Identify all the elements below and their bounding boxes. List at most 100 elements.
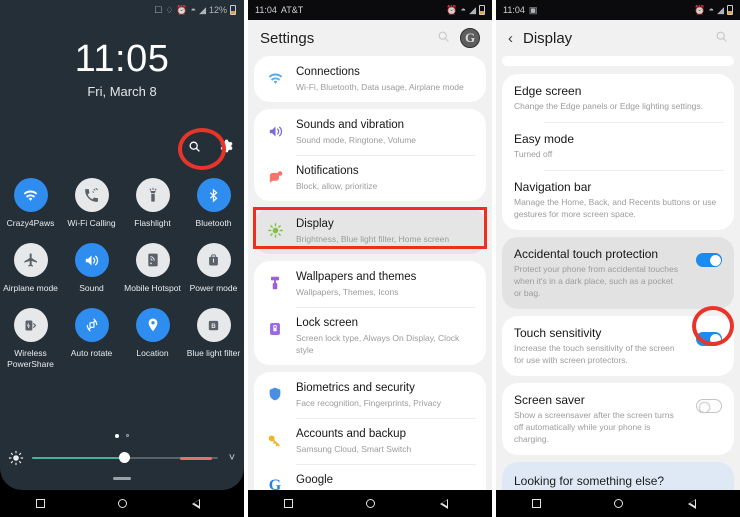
row-subtitle: Change the Edge panels or Edge lighting … [514, 101, 704, 111]
slider-knob[interactable] [119, 452, 131, 463]
recents-button[interactable] [284, 499, 294, 508]
accidental-touch-protection-toggle[interactable] [692, 253, 722, 267]
qs-tile-auto-rotate[interactable]: Auto rotate [61, 308, 122, 370]
partial-card-above [502, 56, 734, 66]
status-bar: 11:04 ▣ ⏰ ◓ ◢ [496, 0, 740, 20]
display-settings-phone-panel: 11:04 ▣ ⏰ ◓ ◢ ‹ Display Edge screen Chan… [496, 0, 740, 517]
row-subtitle: Protect your phone from accidental touch… [514, 264, 678, 298]
qs-tile-label: Mobile Hotspot [124, 283, 181, 293]
alarm-icon: ⏰ [446, 4, 458, 15]
qs-tile-blue-light-filter[interactable]: B Blue light filter [183, 308, 244, 370]
wifi-icon: ◓ [190, 4, 197, 15]
home-button[interactable] [365, 499, 375, 508]
wifi-icon: ◓ [460, 4, 467, 15]
qs-tile-label: Blue light filter [186, 348, 241, 358]
wallpaper-icon [264, 272, 286, 294]
bluetooth-icon [196, 178, 231, 212]
location-pin-icon [135, 308, 170, 342]
qs-tile-flashlight[interactable]: Flashlight [122, 178, 183, 229]
qs-tile-label: Bluetooth [195, 218, 232, 228]
footer-title: Looking for something else? [514, 474, 665, 488]
touch-sensitivity-toggle[interactable] [692, 332, 722, 346]
display-row-accidental-touch-protection[interactable]: Accidental touch protection Protect your… [502, 237, 734, 309]
settings-row-accounts-and-backup[interactable]: Accounts and backup Samsung Cloud, Smart… [254, 418, 486, 464]
qs-tile-label: Power mode [189, 283, 238, 293]
qs-tile-bluetooth[interactable]: Bluetooth [183, 178, 244, 229]
navigation-bar [496, 490, 740, 517]
settings-row-biometrics-and-security[interactable]: Biometrics and security Face recognition… [254, 372, 486, 418]
quick-settings-header-icons [186, 138, 234, 154]
search-icon[interactable] [437, 30, 450, 46]
quick-settings-phone-panel: ☐ ♢ ⏰ ◓ ◢ 12% 11:05 Fri, March 8 Crazy4P… [0, 0, 244, 517]
settings-row-wallpapers-and-themes[interactable]: Wallpapers and themes Wallpapers, Themes… [254, 261, 486, 307]
speaker-icon [264, 120, 286, 142]
settings-row-notifications[interactable]: Notifications Block, allow, prioritize [254, 155, 486, 201]
home-button[interactable] [613, 499, 623, 508]
settings-row-display[interactable]: Display Brightness, Blue light filter, H… [254, 208, 486, 254]
sound-icon [74, 243, 109, 277]
display-row-touch-sensitivity[interactable]: Touch sensitivity Increase the touch sen… [502, 316, 734, 376]
settings-group-connections: Connections Wi-Fi, Bluetooth, Data usage… [254, 56, 486, 102]
settings-row-connections[interactable]: Connections Wi-Fi, Bluetooth, Data usage… [254, 56, 486, 102]
display-row-easy-mode[interactable]: Easy mode Turned off [502, 122, 734, 170]
back-button[interactable] [439, 498, 456, 509]
row-title: Display [296, 218, 334, 230]
gear-icon[interactable] [218, 138, 234, 154]
quick-settings-tile-grid: Crazy4Paws Wi-Fi Calling Flashlight Blue… [0, 178, 244, 370]
status-bar: 11:04 AT&T ⏰ ◓ ◢ [248, 0, 492, 20]
status-carrier: AT&T [280, 5, 304, 15]
qs-tile-label: Airplane mode [3, 283, 58, 293]
row-title: Touch sensitivity [514, 326, 602, 340]
wifi-icon: ◓ [708, 4, 715, 15]
screen-saver-toggle[interactable] [692, 399, 722, 413]
qs-tile-location[interactable]: Location [122, 308, 183, 370]
settings-row-sounds-and-vibration[interactable]: Sounds and vibration Sound mode, Rington… [254, 109, 486, 155]
panel-drag-handle[interactable] [113, 477, 131, 480]
qs-tile-crazy4paws[interactable]: Crazy4Paws [0, 178, 61, 229]
back-button[interactable] [191, 498, 208, 509]
battery-percent-label: 12% [208, 4, 227, 15]
settings-row-google[interactable]: G Google Google settings [254, 464, 486, 490]
page-dot-active [115, 434, 119, 438]
auto-rotate-icon [74, 308, 109, 342]
row-title: Navigation bar [514, 180, 592, 194]
settings-row-lock-screen[interactable]: Lock screen Screen lock type, Always On … [254, 307, 486, 365]
brightness-slider-row[interactable]: ˅ [8, 450, 238, 466]
nfc-icon: ☐ [154, 4, 163, 15]
qs-tile-airplane-mode[interactable]: Airplane mode [0, 243, 61, 294]
brightness-slider[interactable] [32, 450, 218, 466]
qs-tile-wireless-powershare[interactable]: Wireless PowerShare [0, 308, 61, 370]
hotspot-icon [135, 243, 170, 277]
search-icon[interactable] [186, 138, 202, 154]
power-mode-icon [196, 243, 231, 277]
search-icon[interactable] [715, 30, 728, 46]
back-chevron-icon[interactable]: ‹ [508, 30, 513, 47]
shield-icon [264, 383, 286, 405]
qs-tile-sound[interactable]: Sound [61, 243, 122, 294]
alarm-icon: ⏰ [176, 4, 188, 15]
battery-icon [230, 5, 236, 15]
qs-tile-power-mode[interactable]: Power mode [183, 243, 244, 294]
page-dot [126, 434, 129, 437]
row-title: Sounds and vibration [296, 119, 405, 131]
row-subtitle: Wi-Fi, Bluetooth, Data usage, Airplane m… [296, 82, 464, 92]
avatar[interactable]: G [460, 28, 480, 48]
row-subtitle: Brightness, Blue light filter, Home scre… [296, 234, 450, 244]
signal-icon: ◢ [469, 4, 476, 15]
display-row-edge-screen[interactable]: Edge screen Change the Edge panels or Ed… [502, 74, 734, 122]
home-button[interactable] [117, 499, 127, 508]
row-title: Notifications [296, 165, 359, 177]
qs-tile-label: Sound [79, 283, 104, 293]
alarm-icon: ⏰ [694, 4, 706, 15]
display-row-navigation-bar[interactable]: Navigation bar Manage the Home, Back, an… [502, 170, 734, 230]
back-button[interactable] [687, 498, 704, 509]
qs-tile-wifi-calling[interactable]: Wi-Fi Calling [61, 178, 122, 229]
qs-tile-label: Crazy4Paws [6, 218, 55, 228]
row-title: Easy mode [514, 132, 575, 146]
qs-tile-mobile-hotspot[interactable]: Mobile Hotspot [122, 243, 183, 294]
row-title: Connections [296, 66, 360, 78]
recents-button[interactable] [36, 499, 46, 508]
recents-button[interactable] [532, 499, 542, 508]
chevron-down-icon[interactable]: ˅ [226, 452, 238, 464]
display-row-screen-saver[interactable]: Screen saver Show a screensaver after th… [502, 383, 734, 455]
